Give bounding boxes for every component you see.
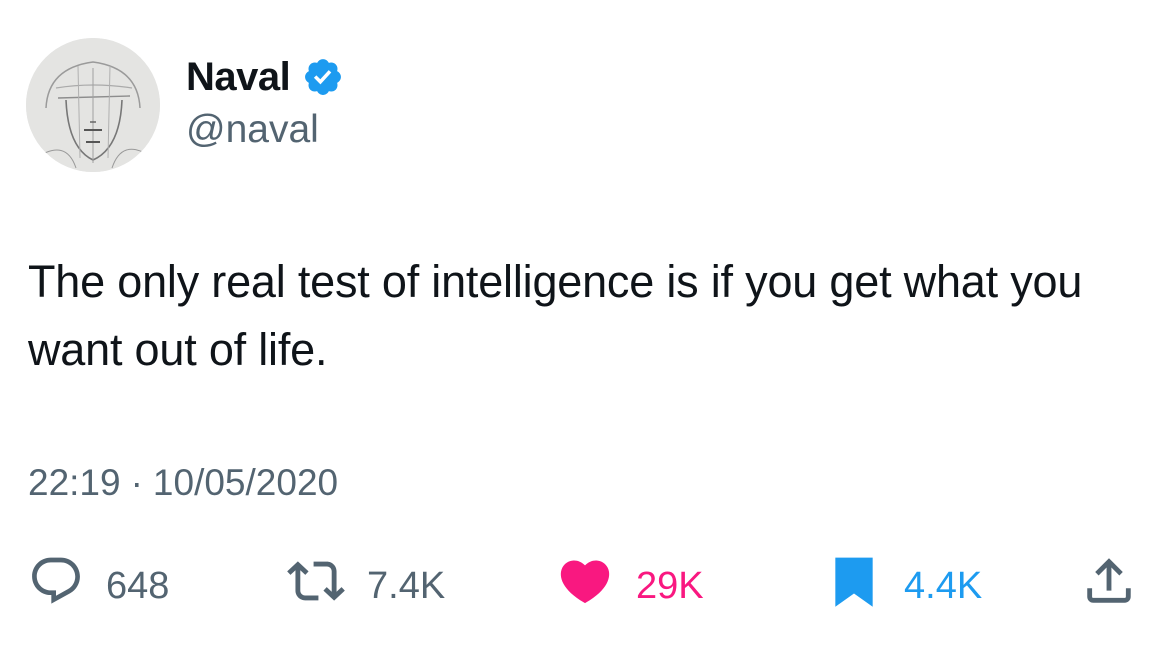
like-count: 29K <box>636 564 704 607</box>
avatar-sketch-icon <box>26 38 160 172</box>
author-handle[interactable]: @naval <box>186 108 319 152</box>
bookmark-icon <box>826 551 882 621</box>
action-bar: 648 7.4K 29K 4.4K <box>0 556 1170 616</box>
tweet-text: The only real test of intelligence is if… <box>28 256 1083 375</box>
avatar[interactable] <box>26 38 160 172</box>
retweet-count: 7.4K <box>367 564 446 607</box>
meta-separator: · <box>130 462 143 503</box>
share-icon <box>1080 552 1138 620</box>
author-display-name[interactable]: Naval <box>186 55 291 100</box>
bookmark-count: 4.4K <box>904 564 983 607</box>
reply-count: 648 <box>106 564 170 607</box>
tweet-card: Naval @naval The only real test of intel… <box>0 0 1170 669</box>
author-name-row: Naval <box>186 52 344 102</box>
heart-icon <box>556 552 614 620</box>
bookmark-button[interactable]: 4.4K <box>826 556 982 616</box>
like-button[interactable]: 29K <box>556 556 704 616</box>
verified-badge-icon[interactable] <box>302 56 344 98</box>
retweet-icon <box>287 552 345 620</box>
share-button[interactable] <box>1080 556 1138 616</box>
tweet-timestamp[interactable]: 22:19 · 10/05/2020 <box>28 462 338 504</box>
tweet-time: 22:19 <box>28 462 121 503</box>
retweet-button[interactable]: 7.4K <box>287 556 445 616</box>
reply-button[interactable]: 648 <box>28 556 169 616</box>
reply-icon <box>28 553 84 619</box>
tweet-date: 10/05/2020 <box>152 462 339 503</box>
